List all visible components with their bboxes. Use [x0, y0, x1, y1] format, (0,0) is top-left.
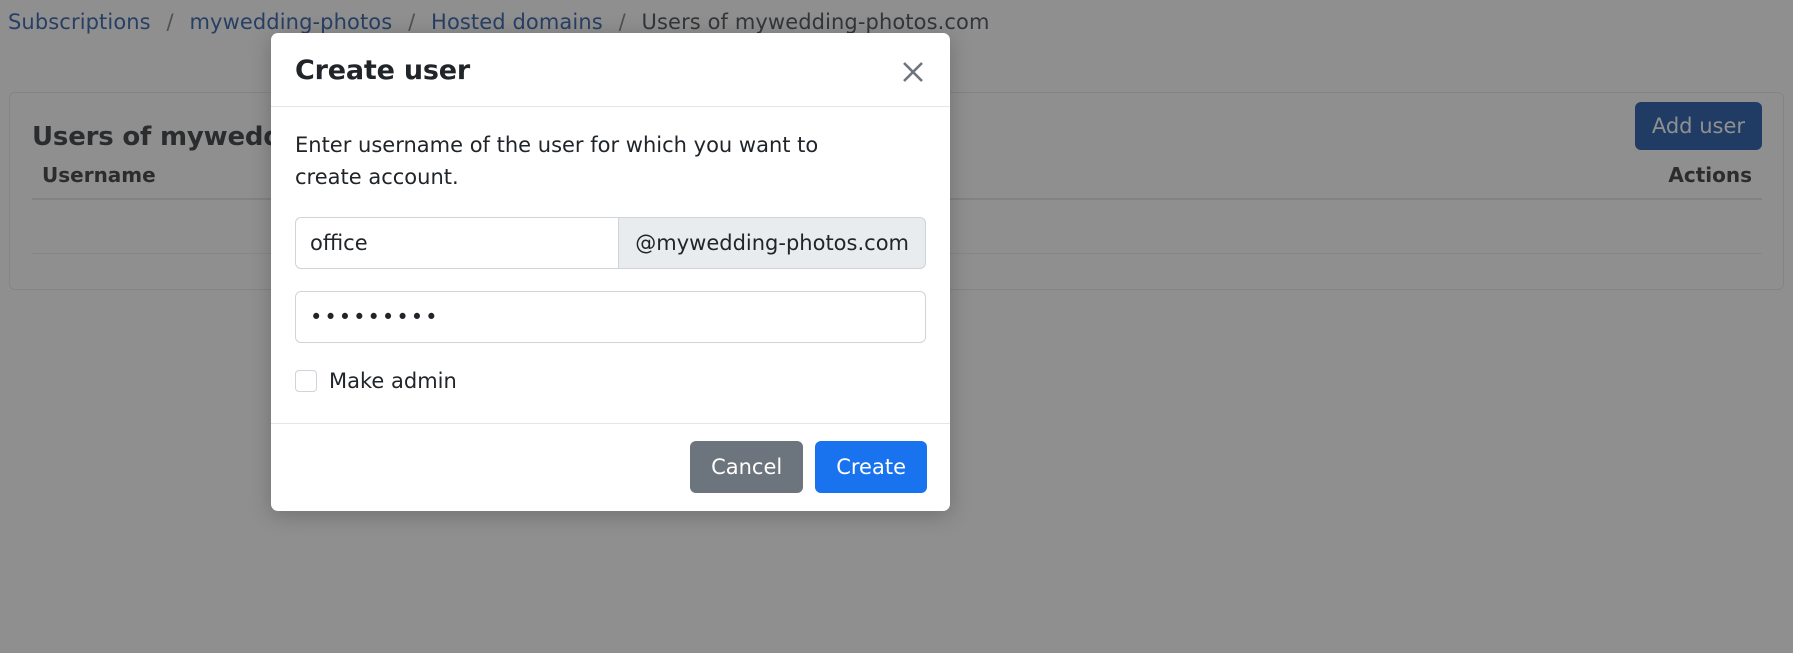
create-user-modal: Create user Enter username of the user f… [271, 33, 950, 511]
modal-description: Enter username of the user for which you… [295, 133, 819, 189]
create-button[interactable]: Create [815, 441, 927, 493]
make-admin-checkbox[interactable] [295, 370, 317, 392]
close-icon-glyph [903, 62, 923, 82]
close-icon[interactable] [896, 55, 930, 89]
modal-header: Create user [271, 33, 950, 107]
password-input[interactable] [295, 291, 926, 343]
username-input-group: @mywedding-photos.com [295, 217, 926, 269]
modal-footer: Cancel Create [271, 423, 950, 511]
modal-title: Create user [295, 55, 471, 86]
username-domain-addon: @mywedding-photos.com [618, 217, 926, 269]
modal-body: Enter username of the user for which you… [271, 107, 950, 423]
cancel-button[interactable]: Cancel [690, 441, 804, 493]
make-admin-label[interactable]: Make admin [329, 369, 457, 393]
make-admin-row: Make admin [295, 369, 926, 393]
username-input[interactable] [295, 217, 619, 269]
